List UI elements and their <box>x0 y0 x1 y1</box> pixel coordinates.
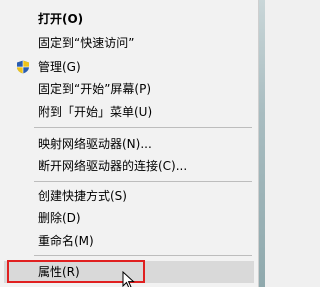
menu-separator <box>34 127 252 128</box>
menu-item-pin-start-menu[interactable]: 附到「开始」菜单(U) <box>4 101 254 123</box>
menu-separator <box>34 181 252 182</box>
menu-item-delete-label: 删除(D) <box>38 211 81 225</box>
menu-item-disconnect-network-drive-label: 断开网络驱动器的连接(C)... <box>38 159 188 173</box>
menu-item-pin-quick-access[interactable]: 固定到“快速访问” <box>4 32 254 54</box>
menu-item-pin-start-screen-label: 固定到“开始”屏幕(P) <box>38 82 152 96</box>
menu-item-manage-label: 管理(G) <box>38 60 81 74</box>
menu-item-map-network-drive-label: 映射网络驱动器(N)... <box>38 137 152 151</box>
menu-item-rename[interactable]: 重命名(M) <box>4 230 254 252</box>
menu-separator <box>34 255 252 256</box>
menu-item-pin-start-menu-label: 附到「开始」菜单(U) <box>38 105 153 119</box>
context-menu: 打开(O) 固定到“快速访问” 管理(G) 固定到“开始”屏幕(P) 附到「开始… <box>0 0 259 287</box>
menu-item-disconnect-network-drive[interactable]: 断开网络驱动器的连接(C)... <box>4 155 254 177</box>
menu-item-delete[interactable]: 删除(D) <box>4 207 254 229</box>
menu-item-pin-quick-access-label: 固定到“快速访问” <box>38 36 135 50</box>
menu-item-properties-label: 属性(R) <box>38 265 80 279</box>
uac-shield-icon <box>17 60 29 74</box>
menu-item-open-label: 打开(O) <box>38 12 84 26</box>
menu-item-rename-label: 重命名(M) <box>38 234 94 248</box>
menu-item-create-shortcut-label: 创建快捷方式(S) <box>38 189 127 203</box>
menu-item-map-network-drive[interactable]: 映射网络驱动器(N)... <box>4 133 254 155</box>
menu-item-pin-start-screen[interactable]: 固定到“开始”屏幕(P) <box>4 78 254 100</box>
mouse-cursor-icon <box>122 271 135 287</box>
menu-item-create-shortcut[interactable]: 创建快捷方式(S) <box>4 185 254 207</box>
menu-item-manage[interactable]: 管理(G) <box>4 56 254 78</box>
desktop-wallpaper-edge <box>258 0 265 287</box>
menu-item-open[interactable]: 打开(O) <box>4 8 254 30</box>
desktop-background: 打开(O) 固定到“快速访问” 管理(G) 固定到“开始”屏幕(P) 附到「开始… <box>0 0 265 287</box>
